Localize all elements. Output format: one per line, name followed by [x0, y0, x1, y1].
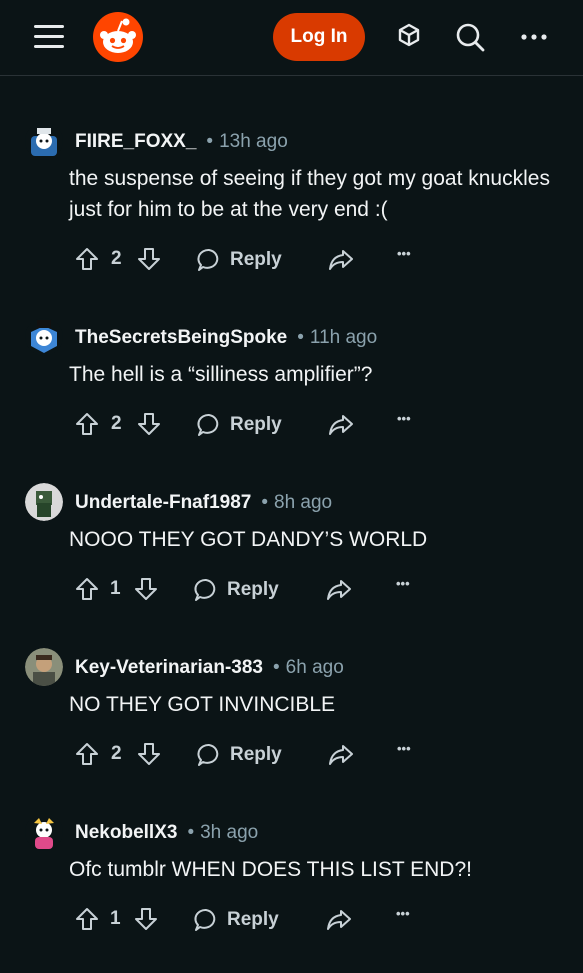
share-button[interactable]	[328, 247, 354, 273]
author-name[interactable]: FIIRE_FOXX_	[75, 131, 196, 152]
comment-meta: FIIRE_FOXX_ • 13h ago	[75, 131, 288, 152]
more-actions-button[interactable]: •••	[397, 411, 411, 426]
more-actions-button[interactable]: •••	[397, 741, 411, 756]
vote-count: 1	[110, 578, 121, 599]
timestamp: 11h ago	[309, 327, 378, 348]
share-button[interactable]	[328, 742, 354, 768]
comment-text: NOOO THEY GOT DANDY’S WORLD	[69, 528, 428, 551]
reply-icon	[197, 744, 219, 766]
reply-button[interactable]: Reply	[196, 247, 282, 273]
comment: TheSecretsBeingSpoke • 11h ago The hell is…	[0, 318, 583, 478]
downvote-button[interactable]	[137, 246, 161, 272]
timestamp: 6h ago	[285, 657, 344, 678]
reply-label: Reply	[227, 909, 279, 930]
comment: Undertale-Fnaf1987 • 8h ago NOOO THEY GOT …	[0, 483, 583, 643]
top-navigation-bar: Log In	[0, 0, 583, 76]
author-name[interactable]: Undertale-Fnaf1987	[75, 492, 251, 513]
share-button[interactable]	[326, 907, 352, 933]
more-actions-button[interactable]: •••	[397, 246, 411, 261]
reply-icon	[197, 249, 219, 271]
search-icon[interactable]	[453, 20, 487, 54]
timestamp: 13h ago	[219, 131, 288, 152]
upvote-button[interactable]	[75, 411, 99, 437]
downvote-button[interactable]	[134, 576, 158, 602]
reply-label: Reply	[227, 579, 279, 600]
avatar[interactable]	[25, 648, 63, 686]
comment-actions: 1 Reply •••	[0, 906, 583, 942]
comment: Key-Veterinarian-383 • 6h ago NO THEY GOT …	[0, 648, 583, 808]
downvote-button[interactable]	[137, 741, 161, 767]
comment-meta: TheSecretsBeingSpoke • 11h ago	[75, 327, 378, 348]
comment-actions: 2 Reply •••	[0, 246, 583, 282]
vote-count: 1	[110, 908, 121, 929]
share-button[interactable]	[326, 577, 352, 603]
share-icon	[327, 910, 351, 930]
timestamp: 8h ago	[274, 492, 333, 513]
comment-actions: 2 Reply •••	[0, 411, 583, 447]
comment-text: The hell is a “silliness amplifier”?	[69, 363, 373, 386]
vote-count: 2	[111, 413, 122, 434]
more-actions-button[interactable]: •••	[396, 906, 410, 921]
share-icon	[327, 580, 351, 600]
vote-count: 2	[111, 743, 122, 764]
login-button[interactable]: Log In	[273, 13, 365, 61]
comment-meta: Undertale-Fnaf1987 • 8h ago	[75, 492, 333, 513]
upvote-button[interactable]	[75, 741, 99, 767]
reply-icon	[194, 579, 216, 601]
comment-meta: NekobellX3 • 3h ago	[75, 822, 259, 843]
more-options-icon[interactable]	[517, 20, 551, 54]
reply-icon	[194, 909, 216, 931]
avatar[interactable]	[25, 318, 63, 356]
reply-button[interactable]: Reply	[196, 742, 282, 768]
reply-label: Reply	[230, 249, 282, 270]
avatar[interactable]	[25, 483, 63, 521]
reply-button[interactable]: Reply	[193, 907, 279, 933]
comment-text: NO THEY GOT INVINCIBLE	[69, 693, 336, 716]
downvote-button[interactable]	[134, 906, 158, 932]
comment: NekobellX3 • 3h ago Ofc tumblr WHEN DOES T…	[0, 813, 583, 973]
author-name[interactable]: TheSecretsBeingSpoke	[75, 327, 287, 348]
popular-icon[interactable]	[392, 20, 426, 54]
comment-text: Ofc tumblr WHEN DOES THIS LIST END?!	[69, 858, 472, 881]
reply-button[interactable]: Reply	[193, 577, 279, 603]
author-name[interactable]: Key-Veterinarian-383	[75, 657, 263, 678]
comment-actions: 2 Reply •••	[0, 741, 583, 777]
reply-label: Reply	[230, 414, 282, 435]
comment-meta: Key-Veterinarian-383 • 6h ago	[75, 657, 344, 678]
reply-label: Reply	[230, 744, 282, 765]
more-actions-button[interactable]: •••	[396, 576, 410, 591]
comment-actions: 1 Reply •••	[0, 576, 583, 612]
share-icon	[329, 745, 353, 765]
avatar[interactable]	[25, 813, 63, 851]
avatar[interactable]	[25, 122, 63, 160]
reply-button[interactable]: Reply	[196, 412, 282, 438]
share-icon	[329, 250, 353, 270]
reply-icon	[197, 414, 219, 436]
menu-icon[interactable]	[34, 25, 64, 49]
reddit-logo[interactable]	[93, 12, 143, 62]
share-icon	[329, 415, 353, 435]
upvote-button[interactable]	[75, 906, 99, 932]
comment-text: the suspense of seeing if they got my go…	[69, 167, 550, 221]
share-button[interactable]	[328, 412, 354, 438]
upvote-button[interactable]	[75, 576, 99, 602]
comment: FIIRE_FOXX_ • 13h ago the suspense of seei…	[0, 122, 583, 282]
author-name[interactable]: NekobellX3	[75, 822, 177, 843]
downvote-button[interactable]	[137, 411, 161, 437]
upvote-button[interactable]	[75, 246, 99, 272]
timestamp: 3h ago	[200, 822, 259, 843]
vote-count: 2	[111, 248, 122, 269]
